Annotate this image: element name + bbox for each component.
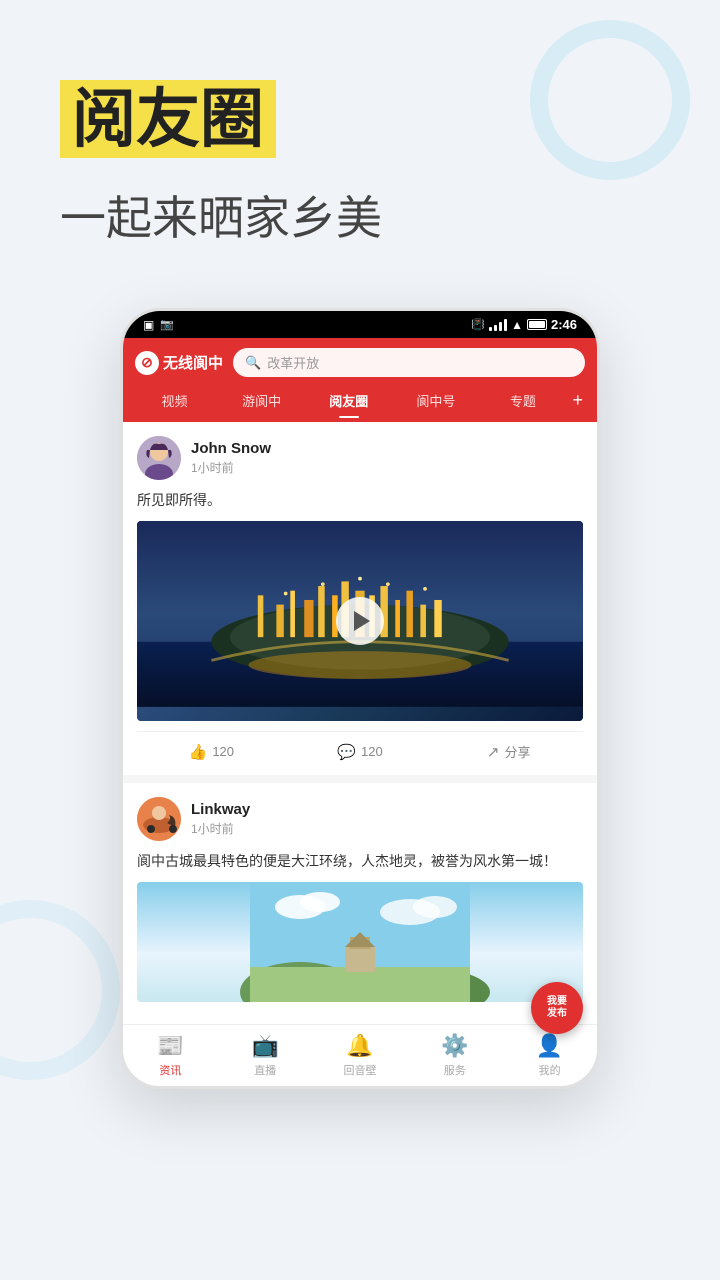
post-1-text: 所见即所得。: [137, 490, 583, 511]
app-name: 无线阆中: [163, 352, 223, 373]
profile-icon: 👤: [536, 1033, 563, 1059]
fab-line1: 我要: [547, 996, 567, 1008]
tab-special[interactable]: 专题: [479, 387, 566, 414]
post-1-avatar: [137, 436, 181, 480]
post2-image: [137, 882, 583, 1002]
echo-label: 回音壁: [343, 1062, 376, 1078]
comment-button[interactable]: 💬 120: [286, 743, 435, 761]
share-label: 分享: [504, 742, 530, 761]
service-label: 服务: [444, 1062, 466, 1078]
profile-label: 我的: [539, 1062, 561, 1078]
news-icon: 📰: [157, 1033, 184, 1059]
share-button[interactable]: ↗ 分享: [434, 742, 583, 761]
post-1-meta: John Snow 1小时前: [191, 440, 271, 476]
tab-video[interactable]: 视频: [131, 387, 218, 414]
status-right-icons: 📳 ▲ 2:46: [471, 317, 577, 332]
phone-frame: ▣ 📷 📳 ▲ 2:46 ⊘: [120, 308, 600, 1089]
post-2-text: 阆中古城最具特色的便是大江环绕，人杰地灵，被誉为风水第一城！: [137, 851, 583, 872]
bottom-nav-service[interactable]: ⚙️ 服务: [407, 1025, 502, 1086]
post-1-time: 1小时前: [191, 459, 271, 476]
signal-icon: [489, 319, 507, 331]
clock: 2:46: [551, 317, 577, 332]
bottom-nav-echo[interactable]: 🔔 回音壁: [313, 1025, 408, 1086]
share-icon: ↗: [487, 743, 500, 761]
vibrate-icon: 📳: [471, 318, 485, 331]
service-icon: ⚙️: [441, 1033, 468, 1059]
live-label: 直播: [254, 1062, 276, 1078]
like-icon: 👍: [189, 743, 208, 761]
add-tab-button[interactable]: +: [566, 390, 589, 411]
hero-subtitle: 一起来晒家乡美: [60, 182, 660, 248]
screen-icon: ▣: [143, 318, 154, 332]
battery-icon: [527, 319, 547, 330]
post-2-username: Linkway: [191, 801, 250, 818]
nav-tabs: 视频 游阆中 阅友圈 阆中号 专题 +: [123, 387, 597, 422]
post-1-header: John Snow 1小时前: [137, 436, 583, 480]
search-placeholder-text: 改革开放: [267, 353, 319, 372]
logo-icon: ⊘: [135, 351, 159, 375]
phone-mockup: ▣ 📷 📳 ▲ 2:46 ⊘: [0, 308, 720, 1089]
post-card-1: John Snow 1小时前 所见即所得。: [123, 422, 597, 775]
comment-icon: 💬: [337, 743, 356, 761]
fab-line2: 发布: [547, 1008, 567, 1020]
echo-icon: 🔔: [346, 1033, 373, 1059]
post-2-time: 1小时前: [191, 820, 250, 837]
publish-fab-button[interactable]: 我要 发布: [531, 982, 583, 1034]
post-1-actions: 👍 120 💬 120 ↗ 分享: [137, 731, 583, 761]
post-1-media[interactable]: [137, 521, 583, 721]
app-logo: ⊘ 无线阆中: [135, 351, 223, 375]
bottom-nav-live[interactable]: 📺 直播: [218, 1025, 313, 1086]
bottom-nav-news[interactable]: 📰 资讯: [123, 1025, 218, 1086]
news-label: 资讯: [159, 1062, 181, 1078]
status-left-icons: ▣ 📷: [143, 318, 174, 332]
like-button[interactable]: 👍 120: [137, 743, 286, 761]
bottom-nav-profile[interactable]: 👤 我的: [502, 1025, 597, 1086]
status-bar: ▣ 📷 📳 ▲ 2:46: [123, 311, 597, 338]
comment-count: 120: [361, 744, 383, 759]
post-2-avatar: [137, 797, 181, 841]
hero-title-highlight: 阅友圈: [60, 80, 276, 158]
tab-account[interactable]: 阆中号: [392, 387, 479, 414]
play-icon: [354, 611, 370, 631]
app-header: ⊘ 无线阆中 🔍 改革开放: [123, 338, 597, 387]
post-2-header: Linkway 1小时前: [137, 797, 583, 841]
tab-friend-circle[interactable]: 阅友圈: [305, 387, 392, 414]
hero-title: 阅友圈: [72, 84, 264, 154]
like-count: 120: [212, 744, 234, 759]
search-icon: 🔍: [245, 355, 261, 371]
post-2-meta: Linkway 1小时前: [191, 801, 250, 837]
live-icon: 📺: [251, 1033, 278, 1059]
wifi-icon: ▲: [511, 318, 523, 332]
post-1-username: John Snow: [191, 440, 271, 457]
post-card-2: Linkway 1小时前 阆中古城最具特色的便是大江环绕，人杰地灵，被誉为风水第…: [123, 783, 597, 1016]
tab-tour[interactable]: 游阆中: [218, 387, 305, 414]
search-bar[interactable]: 🔍 改革开放: [233, 348, 585, 377]
feed: John Snow 1小时前 所见即所得。: [123, 422, 597, 1016]
hero-section: 阅友圈 一起来晒家乡美: [0, 0, 720, 288]
post-2-media[interactable]: [137, 882, 583, 1002]
bottom-nav: 📰 资讯 📺 直播 🔔 回音壁 ⚙️ 服务 👤 我的: [123, 1024, 597, 1086]
photo-icon: 📷: [160, 318, 174, 331]
